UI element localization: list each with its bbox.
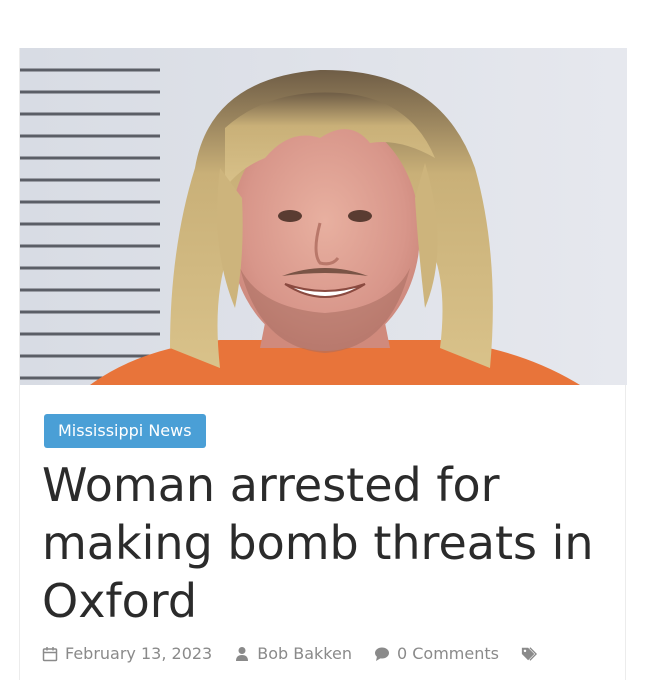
post-author[interactable]: Bob Bakken	[234, 644, 352, 663]
post-author-text[interactable]: Bob Bakken	[257, 644, 352, 663]
tag-icon	[521, 646, 537, 661]
post-date[interactable]: February 13, 2023	[42, 644, 212, 663]
page: Mississippi News Woman arrested for maki…	[0, 0, 645, 680]
post-meta: February 13, 2023 Bob Bakken 0 Comments	[42, 644, 566, 663]
user-icon	[236, 646, 249, 661]
post-comments-text[interactable]: 0 Comments	[397, 644, 499, 663]
article-card: Mississippi News Woman arrested for maki…	[19, 48, 627, 680]
calendar-icon	[42, 646, 58, 661]
post-title[interactable]: Woman arrested for making bomb threats i…	[42, 456, 612, 630]
post-comments[interactable]: 0 Comments	[374, 644, 499, 663]
comment-icon	[374, 647, 389, 661]
post-tags[interactable]	[521, 646, 544, 662]
category-badge[interactable]: Mississippi News	[44, 414, 206, 448]
post-date-text[interactable]: February 13, 2023	[65, 644, 212, 663]
featured-image[interactable]	[20, 48, 627, 385]
